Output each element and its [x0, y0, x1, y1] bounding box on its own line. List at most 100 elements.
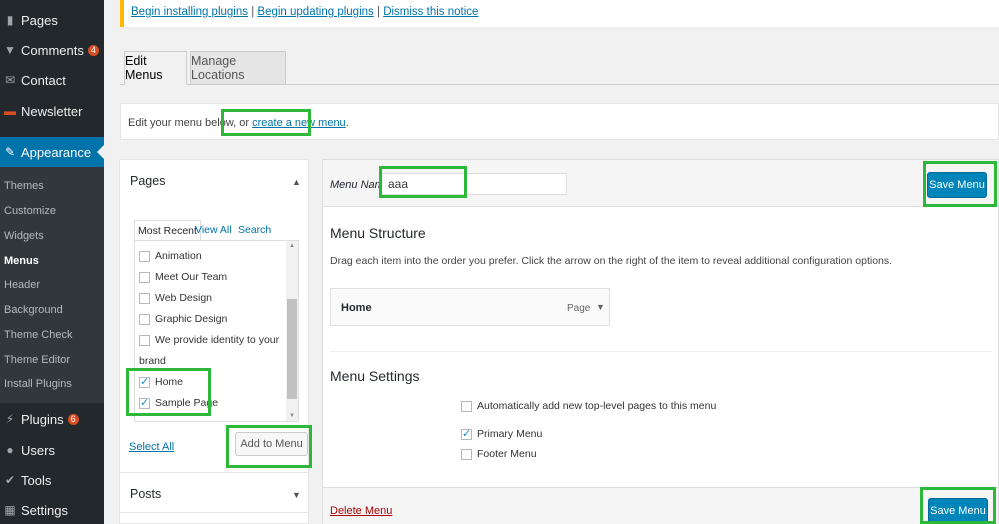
sidebar-item-tools[interactable]: ✔ Tools — [0, 465, 104, 495]
pages-scrollbar[interactable]: ▲ ▼ — [286, 241, 298, 421]
submenu-customize[interactable]: Customize — [4, 205, 56, 217]
page-label: Web Design — [155, 292, 213, 304]
expand-item-icon[interactable]: ▼ — [596, 302, 605, 312]
page-checkbox[interactable] — [139, 271, 150, 283]
sidebar-item-label: Appearance — [21, 144, 92, 160]
submenu-install-plugins[interactable]: Install Plugins — [4, 378, 72, 390]
sidebar-item-appearance[interactable]: ✎ Appearance — [0, 137, 104, 167]
notice-links: Begin installing plugins | Begin updatin… — [131, 6, 478, 18]
settings-icon: ▦ — [4, 503, 16, 517]
intro-suffix: . — [345, 117, 349, 129]
collapse-arrow-icon[interactable]: ▲ — [292, 177, 301, 187]
menu-item-type: Page — [567, 303, 591, 314]
sidebar-item-label: Pages — [21, 12, 58, 28]
page-label: Meet Our Team — [155, 271, 228, 283]
page-checkbox-checked[interactable] — [139, 396, 150, 409]
menu-footer: Delete Menu Save Menu — [323, 487, 998, 524]
sidebar-item-pages[interactable]: ▮ Pages — [0, 5, 104, 35]
plugins-icon: ⚡ — [5, 412, 15, 426]
delete-menu-link[interactable]: Delete Menu — [330, 505, 392, 517]
primary-menu-option[interactable]: Primary Menu — [461, 427, 543, 440]
tab-manage-locations[interactable]: Manage Locations — [190, 51, 286, 85]
pages-tabs: Most Recent View All Search — [134, 220, 299, 241]
menu-structure-description: Drag each item into the order you prefer… — [330, 255, 893, 267]
begin-installing-plugins-link[interactable]: Begin installing plugins — [131, 6, 248, 18]
list-item[interactable]: Animation — [139, 250, 202, 262]
select-all-link[interactable]: Select All — [129, 441, 174, 453]
list-item[interactable]: Home — [139, 375, 184, 388]
list-item[interactable]: Sample Page — [139, 396, 219, 409]
expand-arrow-icon[interactable]: ▼ — [292, 490, 301, 500]
footer-menu-option[interactable]: Footer Menu — [461, 448, 537, 460]
settings-divider — [330, 351, 992, 352]
footer-menu-label: Footer Menu — [477, 448, 537, 460]
page-checkbox[interactable] — [139, 250, 150, 262]
page-label: Animation — [155, 250, 202, 262]
newsletter-icon: ▬ — [4, 104, 16, 118]
list-item[interactable]: Meet Our Team — [139, 271, 227, 283]
auto-add-label: Automatically add new top-level pages to… — [477, 400, 717, 412]
page-label: Sample Page — [155, 397, 219, 409]
primary-menu-checkbox[interactable] — [461, 427, 472, 440]
intro-box: Edit your menu below, or create a new me… — [120, 103, 999, 140]
submenu-background[interactable]: Background — [4, 304, 63, 316]
scroll-down-icon[interactable]: ▼ — [289, 413, 295, 419]
pages-section-title[interactable]: Pages — [130, 174, 165, 188]
pages-checklist: Animation Meet Our Team Web Design Graph… — [134, 240, 299, 422]
tab-edit-menus[interactable]: Edit Menus — [124, 51, 187, 85]
primary-menu-label: Primary Menu — [477, 428, 543, 440]
save-menu-button-bottom[interactable]: Save Menu — [928, 498, 988, 524]
auto-add-option[interactable]: Automatically add new top-level pages to… — [461, 400, 716, 412]
appearance-submenu: Themes Customize Widgets Menus Header Ba… — [0, 167, 104, 403]
appearance-icon: ✎ — [4, 145, 16, 159]
page-checkbox-checked[interactable] — [139, 375, 150, 388]
submenu-header[interactable]: Header — [4, 279, 40, 291]
add-to-menu-button[interactable]: Add to Menu — [235, 432, 308, 456]
begin-updating-plugins-link[interactable]: Begin updating plugins — [257, 6, 373, 18]
list-item[interactable]: Web Design — [139, 292, 212, 304]
sidebar-item-users[interactable]: ● Users — [0, 435, 104, 465]
submenu-themes[interactable]: Themes — [4, 180, 44, 192]
menu-name-input[interactable] — [381, 173, 567, 195]
sidebar-item-plugins[interactable]: ⚡ Plugins 6 — [0, 404, 104, 434]
scroll-thumb[interactable] — [287, 299, 297, 399]
submenu-theme-editor[interactable]: Theme Editor — [4, 354, 70, 366]
submenu-widgets[interactable]: Widgets — [4, 230, 44, 242]
menu-structure-title: Menu Structure — [330, 225, 426, 241]
list-item[interactable]: We provide identity to your — [139, 334, 279, 346]
sidebar-item-label: Contact — [21, 72, 66, 88]
submenu-menus[interactable]: Menus — [4, 255, 39, 267]
page-checkbox[interactable] — [139, 334, 150, 346]
intro-prefix: Edit your menu below, or — [128, 117, 253, 129]
submenu-theme-check[interactable]: Theme Check — [4, 329, 72, 341]
page-label: Home — [155, 376, 184, 388]
auto-add-checkbox[interactable] — [461, 400, 472, 412]
sidebar-item-label: Settings — [21, 502, 68, 518]
sidebar-item-label: Users — [21, 442, 55, 458]
footer-menu-checkbox[interactable] — [461, 448, 472, 460]
tab-most-recent[interactable]: Most Recent — [134, 220, 201, 241]
sidebar-item-settings[interactable]: ▦ Settings — [0, 495, 104, 524]
sidebar-item-newsletter[interactable]: ▬ Newsletter — [0, 96, 104, 126]
menu-item-home[interactable]: Home Page ▼ — [330, 288, 610, 326]
plugin-notice: Begin installing plugins | Begin updatin… — [120, 0, 999, 27]
page-label: We provide identity to your — [155, 334, 280, 346]
sidebar-item-contact[interactable]: ✉ Contact — [0, 65, 104, 95]
create-new-menu-link[interactable]: create a new menu — [252, 117, 346, 129]
tab-search[interactable]: Search — [235, 220, 274, 241]
page-checkbox[interactable] — [139, 313, 150, 325]
add-items-panel: Pages ▲ Most Recent View All Search Anim… — [119, 159, 309, 524]
intro-text: Edit your menu below, or create a new me… — [128, 117, 349, 129]
posts-section-title[interactable]: Posts — [130, 487, 161, 501]
scroll-up-icon[interactable]: ▲ — [289, 243, 295, 249]
dismiss-notice-link[interactable]: Dismiss this notice — [383, 6, 478, 18]
admin-sidebar: ▮ Pages ▼ Comments 4 ✉ Contact ▬ Newslet… — [0, 0, 104, 524]
page-checkbox[interactable] — [139, 292, 150, 304]
sidebar-item-label: Comments — [21, 42, 84, 58]
save-menu-button-top[interactable]: Save Menu — [927, 172, 987, 198]
comments-icon: ▼ — [4, 43, 16, 57]
list-item[interactable]: Graphic Design — [139, 313, 227, 325]
menu-settings-title: Menu Settings — [330, 368, 420, 384]
sidebar-item-comments[interactable]: ▼ Comments 4 — [0, 35, 104, 65]
tab-view-all[interactable]: View All — [192, 220, 235, 241]
